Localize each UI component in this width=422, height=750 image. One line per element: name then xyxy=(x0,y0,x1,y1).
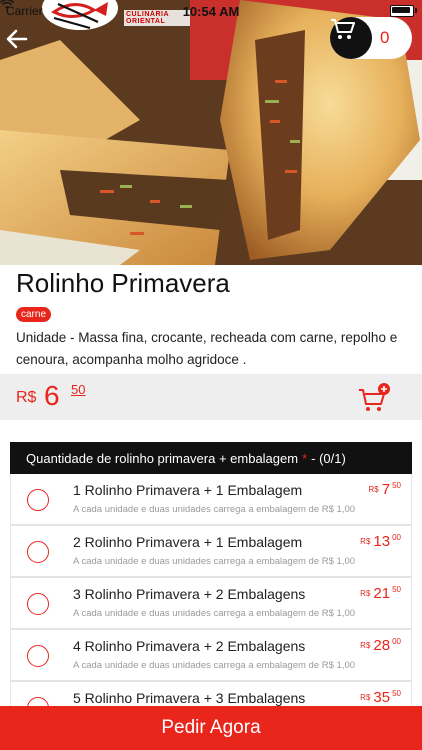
option-price-currency: R$ xyxy=(360,589,371,598)
option-price-integer: 7 xyxy=(381,481,391,498)
back-arrow-icon xyxy=(6,29,28,49)
add-to-cart-icon xyxy=(359,383,390,411)
price-currency: R$ xyxy=(16,389,37,406)
cart-icon xyxy=(331,19,355,39)
option-item[interactable]: 2 Rolinho Primavera + 1 Embalagem A cada… xyxy=(10,526,412,578)
option-note: A cada unidade e duas unidades carrega a… xyxy=(73,504,356,515)
battery-icon xyxy=(390,5,417,17)
option-price-decimal: 50 xyxy=(392,481,401,490)
option-price-integer: 21 xyxy=(373,585,391,602)
options-list: 1 Rolinho Primavera + 1 Embalagem A cada… xyxy=(10,474,412,734)
option-price-integer: 13 xyxy=(373,533,391,550)
cart-count: 0 xyxy=(380,28,390,47)
product-hero-image: Carrier 10:54 AM CULINÁRIA ORIENTAL 0 xyxy=(0,0,422,265)
option-price-currency: R$ xyxy=(360,693,371,702)
product-description: Unidade - Massa fina, crocante, recheada… xyxy=(16,330,398,367)
option-name: 4 Rolinho Primavera + 2 Embalagens xyxy=(73,638,306,654)
radio-icon[interactable] xyxy=(27,645,49,667)
option-price-decimal: 50 xyxy=(392,689,401,698)
option-price: R$ 21 50 xyxy=(360,585,401,603)
option-note: A cada unidade e duas unidades carrega a… xyxy=(73,660,356,671)
option-price-integer: 35 xyxy=(373,689,391,706)
option-name: 3 Rolinho Primavera + 2 Embalagens xyxy=(73,586,306,602)
option-price: R$ 28 00 xyxy=(360,637,401,655)
price-integer: 6 xyxy=(44,380,60,411)
option-name: 5 Rolinho Primavera + 3 Embalagens xyxy=(73,690,306,706)
radio-icon[interactable] xyxy=(27,593,49,615)
option-price: R$ 13 00 xyxy=(360,533,401,551)
option-item[interactable]: 3 Rolinho Primavera + 2 Embalagens A cad… xyxy=(10,578,412,630)
option-price-currency: R$ xyxy=(360,537,371,546)
option-price-decimal: 00 xyxy=(392,637,401,646)
clock: 10:54 AM xyxy=(182,3,240,19)
radio-icon[interactable] xyxy=(27,541,49,563)
option-name: 2 Rolinho Primavera + 1 Embalagem xyxy=(73,534,303,550)
options-group-header: Quantidade de rolinho primavera + embala… xyxy=(10,442,412,474)
option-price-currency: R$ xyxy=(368,485,379,494)
order-now-button[interactable]: Pedir Agora xyxy=(0,706,422,750)
cart-button[interactable]: 0 xyxy=(330,17,412,59)
option-price: R$ 7 50 xyxy=(369,481,401,499)
option-note: A cada unidade e duas unidades carrega a… xyxy=(73,608,356,619)
option-price: R$ 35 50 xyxy=(360,689,401,707)
category-tag: carne xyxy=(16,307,52,322)
back-button[interactable] xyxy=(4,26,30,52)
add-to-cart-button[interactable] xyxy=(357,382,391,414)
option-price-integer: 28 xyxy=(373,637,391,654)
price-decimal: 50 xyxy=(71,382,86,397)
required-mark: * xyxy=(302,450,308,466)
radio-icon[interactable] xyxy=(27,489,49,511)
options-group-title: Quantidade de rolinho primavera + embala… xyxy=(26,450,299,466)
option-price-decimal: 00 xyxy=(392,533,401,542)
price-bar: R$ 6 50 xyxy=(0,374,422,420)
option-item[interactable]: 1 Rolinho Primavera + 1 Embalagem A cada… xyxy=(10,474,412,526)
cart-icon-badge xyxy=(330,17,372,59)
option-item[interactable]: 4 Rolinho Primavera + 2 Embalagens A cad… xyxy=(10,630,412,682)
options-counter: - (0/1) xyxy=(311,450,346,466)
option-name: 1 Rolinho Primavera + 1 Embalagem xyxy=(73,482,303,498)
wifi-icon xyxy=(0,0,14,9)
product-title: Rolinho Primavera xyxy=(16,268,230,298)
option-price-decimal: 50 xyxy=(392,585,401,594)
option-price-currency: R$ xyxy=(360,641,371,650)
option-note: A cada unidade e duas unidades carrega a… xyxy=(73,556,356,567)
